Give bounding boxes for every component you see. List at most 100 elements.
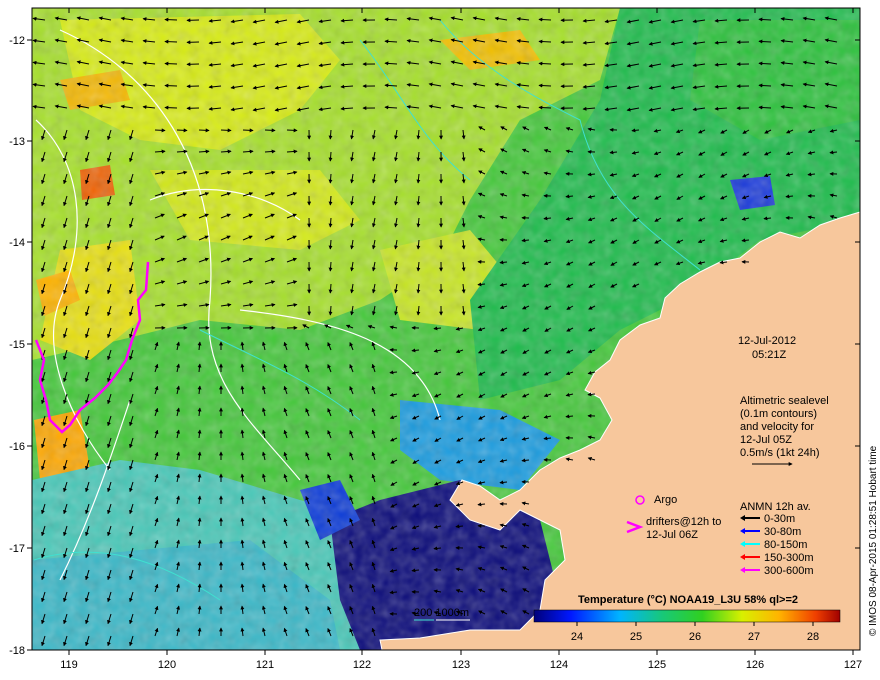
velocity-arrow — [499, 260, 508, 265]
velocity-arrow — [154, 149, 166, 154]
velocity-arrow — [433, 546, 442, 551]
svg-text:ANMN 12h av.: ANMN 12h av. — [740, 501, 811, 513]
velocity-arrow — [609, 150, 618, 155]
velocity-arrow — [565, 194, 574, 199]
velocity-arrow — [499, 480, 508, 485]
velocity-arrow — [538, 105, 552, 110]
argo-label: Argo — [654, 494, 677, 506]
velocity-arrow — [829, 150, 838, 155]
velocity-arrow — [164, 83, 178, 88]
svg-text:200 1000m: 200 1000m — [414, 607, 469, 619]
lon-tick-label: 121 — [256, 659, 274, 671]
velocity-arrow — [164, 105, 178, 110]
velocity-arrow — [565, 414, 574, 419]
velocity-arrow — [220, 128, 232, 133]
lon-tick-label: 124 — [550, 659, 568, 671]
velocity-arrow — [758, 61, 772, 66]
svg-text:and velocity for: and velocity for — [740, 421, 814, 433]
lat-tick-label: -18 — [9, 645, 25, 657]
colorbar-tick-label: 26 — [689, 631, 701, 643]
colorbar-title: Temperature (°C) NOAA19_L3U 58% ql>=2 — [578, 594, 798, 606]
velocity-arrow — [587, 392, 596, 397]
velocity-arrow — [242, 128, 254, 133]
svg-text:300-600m: 300-600m — [764, 565, 814, 577]
lon-tick-label: 125 — [648, 659, 666, 671]
velocity-arrow — [328, 129, 333, 140]
svg-text:Altimetric sealevel: Altimetric sealevel — [740, 395, 829, 407]
lat-tick-label: -16 — [9, 441, 25, 453]
colorbar-tick-label: 24 — [571, 631, 583, 643]
velocity-arrow — [807, 172, 816, 177]
colorbar-tick-label: 25 — [630, 631, 642, 643]
svg-text:0.5m/s (1kt 24h): 0.5m/s (1kt 24h) — [740, 447, 819, 459]
velocity-arrow — [758, 83, 772, 88]
velocity-arrow — [538, 83, 552, 88]
velocity-arrow — [785, 194, 794, 199]
velocity-arrow — [264, 128, 276, 133]
velocity-arrow — [176, 149, 188, 154]
velocity-arrow — [198, 128, 210, 133]
colorbar-tick-label: 27 — [748, 631, 760, 643]
svg-text:12-Jul 05Z: 12-Jul 05Z — [740, 434, 792, 446]
velocity-arrow — [198, 149, 210, 154]
svg-text:drifters@12h to: drifters@12h to — [646, 516, 721, 528]
svg-text:30-80m: 30-80m — [764, 526, 801, 538]
velocity-arrow — [758, 105, 772, 110]
velocity-arrow — [389, 370, 398, 375]
velocity-arrow — [328, 173, 333, 184]
velocity-arrow — [631, 128, 640, 133]
lat-tick-label: -13 — [9, 136, 25, 148]
velocity-arrow — [164, 61, 178, 66]
velocity-arrow — [154, 128, 166, 133]
velocity-arrow — [286, 128, 298, 133]
velocity-arrow — [242, 149, 254, 154]
velocity-arrow — [264, 149, 276, 154]
colorbar-tick-label: 28 — [807, 631, 819, 643]
velocity-arrow — [587, 172, 596, 177]
velocity-arrow — [220, 149, 232, 154]
velocity-arrow — [521, 238, 530, 243]
velocity-arrow — [543, 216, 552, 221]
velocity-arrow — [741, 238, 750, 243]
velocity-arrow — [538, 61, 552, 66]
lon-tick-label: 126 — [746, 659, 764, 671]
velocity-arrow — [328, 239, 333, 250]
lat-tick-label: -15 — [9, 339, 25, 351]
svg-text:80-150m: 80-150m — [764, 539, 807, 551]
lon-tick-label: 120 — [158, 659, 176, 671]
velocity-arrow — [477, 282, 486, 287]
velocity-arrow — [719, 260, 728, 265]
velocity-arrow — [176, 128, 188, 133]
velocity-arrow — [164, 17, 178, 22]
velocity-arrow — [758, 39, 772, 44]
lon-tick-label: 119 — [60, 659, 78, 671]
time-label: 05:21Z — [752, 349, 787, 361]
velocity-arrow — [411, 348, 420, 353]
velocity-arrow — [328, 151, 333, 162]
velocity-arrow — [455, 524, 464, 529]
velocity-arrow — [411, 568, 420, 573]
svg-text:0-30m: 0-30m — [764, 513, 795, 525]
velocity-arrow — [389, 590, 398, 595]
velocity-arrow — [164, 39, 178, 44]
velocity-arrow — [328, 195, 333, 206]
velocity-arrow — [328, 261, 333, 272]
credit-label: © IMOS 08-Apr-2015 01:28:51 Hobart time — [868, 445, 879, 636]
velocity-arrow — [758, 17, 772, 22]
velocity-arrow — [538, 17, 552, 22]
lat-tick-label: -12 — [9, 35, 25, 47]
velocity-arrow — [328, 217, 333, 228]
velocity-arrow — [477, 502, 486, 507]
velocity-arrow — [286, 149, 298, 154]
lon-tick-label: 123 — [452, 659, 470, 671]
velocity-arrow — [328, 305, 333, 316]
lon-tick-label: 127 — [844, 659, 862, 671]
lat-tick-label: -14 — [9, 237, 25, 249]
velocity-arrow — [433, 326, 442, 331]
svg-text:(0.1m contours): (0.1m contours) — [740, 408, 817, 420]
velocity-arrow — [538, 39, 552, 44]
sea-surface-temperature-map: 119 120 121 122 123 124 125 126 127 -12 -13 -14 -15… — [9, 7, 879, 671]
velocity-arrow — [521, 458, 530, 463]
svg-text:150-300m: 150-300m — [764, 552, 814, 564]
lon-tick-label: 122 — [353, 659, 371, 671]
